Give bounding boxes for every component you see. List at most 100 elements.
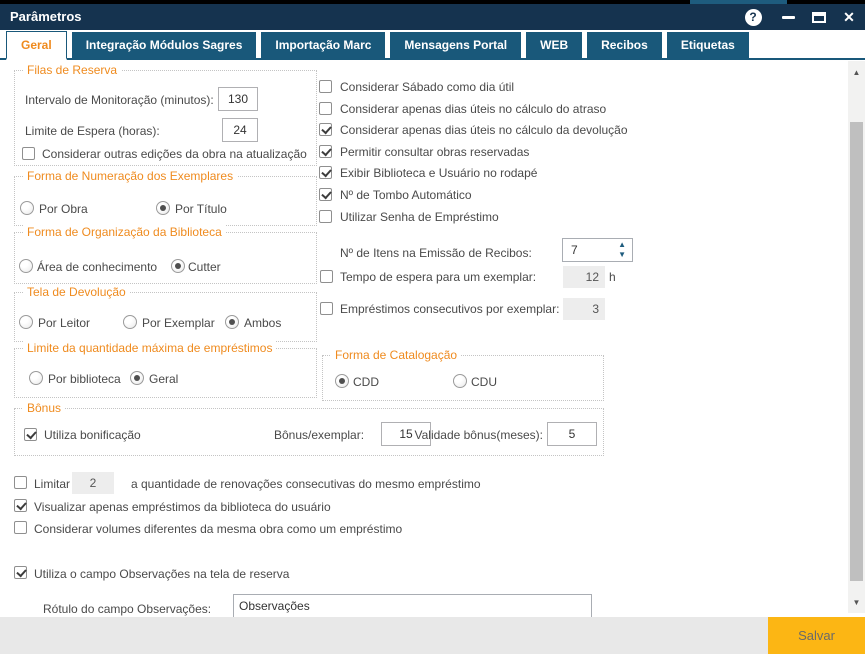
itens-recibos-value: 7 bbox=[571, 243, 578, 257]
radio-ambos-label: Ambos bbox=[244, 316, 281, 330]
radio-geral[interactable] bbox=[130, 371, 144, 385]
window-title: Parâmetros bbox=[10, 9, 82, 24]
utiliza-bonificacao-label: Utiliza bonificação bbox=[44, 428, 141, 442]
outras-edicoes-label: Considerar outras edições da obra na atu… bbox=[42, 147, 307, 161]
visualizar-emprestimos-label: Visualizar apenas empréstimos da bibliot… bbox=[34, 500, 331, 514]
group-organizacao-legend: Forma de Organização da Biblioteca bbox=[23, 225, 226, 239]
limite-espera-input[interactable] bbox=[222, 118, 258, 142]
restore-button[interactable] bbox=[806, 4, 832, 30]
consecutivos-checkbox[interactable] bbox=[320, 302, 333, 315]
group-forma-catalogacao: Forma de Catalogação CDD CDU bbox=[322, 355, 604, 401]
radio-cdu-label: CDU bbox=[471, 375, 497, 389]
tempo-espera-checkbox[interactable] bbox=[320, 270, 333, 283]
radio-por-exemplar[interactable] bbox=[123, 315, 137, 329]
tab-recibos[interactable]: Recibos bbox=[587, 32, 662, 58]
spinner-up-icon[interactable]: ▲ bbox=[618, 240, 626, 250]
exibir-biblioteca-rodape-checkbox[interactable] bbox=[319, 166, 332, 179]
radio-area-conhecimento-label: Área de conhecimento bbox=[37, 260, 157, 274]
consultar-reservadas-label: Permitir consultar obras reservadas bbox=[340, 145, 529, 159]
radio-cdd[interactable] bbox=[335, 374, 349, 388]
radio-por-titulo[interactable] bbox=[156, 201, 170, 215]
radio-cdu[interactable] bbox=[453, 374, 467, 388]
group-devolucao-legend: Tela de Devolução bbox=[23, 285, 130, 299]
tab-importacao-marc[interactable]: Importação Marc bbox=[261, 32, 385, 58]
dias-uteis-atraso-label: Considerar apenas dias úteis no cálculo … bbox=[340, 102, 606, 116]
intervalo-monitoracao-label: Intervalo de Monitoração (minutos): bbox=[25, 93, 214, 107]
limitar-renovacoes-checkbox[interactable] bbox=[14, 476, 27, 489]
consecutivos-label: Empréstimos consecutivos por exemplar: bbox=[340, 302, 559, 316]
tombo-automatico-label: Nº de Tombo Automático bbox=[340, 188, 472, 202]
senha-emprestimo-label: Utilizar Senha de Empréstimo bbox=[340, 210, 499, 224]
volumes-diferentes-label: Considerar volumes diferentes da mesma o… bbox=[34, 522, 402, 536]
group-forma-numeracao: Forma de Numeração dos Exemplares Por Ob… bbox=[14, 176, 317, 226]
radio-por-titulo-label: Por Título bbox=[175, 202, 227, 216]
radio-por-biblioteca[interactable] bbox=[29, 371, 43, 385]
itens-recibos-spinner[interactable]: 7 ▲ ▼ bbox=[562, 238, 633, 262]
rotulo-observacoes-label: Rótulo do campo Observações: bbox=[43, 602, 211, 616]
visualizar-emprestimos-checkbox[interactable] bbox=[14, 499, 27, 512]
scroll-up-icon[interactable]: ▲ bbox=[848, 63, 865, 81]
spinner-down-icon[interactable]: ▼ bbox=[618, 250, 626, 260]
tab-mensagens-portal[interactable]: Mensagens Portal bbox=[390, 32, 521, 58]
tab-etiquetas[interactable]: Etiquetas bbox=[667, 32, 749, 58]
dias-uteis-atraso-checkbox[interactable] bbox=[319, 102, 332, 115]
limitar-renovacoes-suffix: a quantidade de renovações consecutivas … bbox=[131, 477, 481, 491]
exibir-biblioteca-rodape-label: Exibir Biblioteca e Usuário no rodapé bbox=[340, 166, 537, 180]
sabado-dia-util-checkbox[interactable] bbox=[319, 80, 332, 93]
utiliza-observacoes-checkbox[interactable] bbox=[14, 566, 27, 579]
close-icon: ✕ bbox=[843, 9, 855, 26]
group-tela-devolucao: Tela de Devolução Por Leitor Por Exempla… bbox=[14, 292, 317, 342]
rotulo-observacoes-input[interactable] bbox=[233, 594, 592, 618]
radio-por-exemplar-label: Por Exemplar bbox=[142, 316, 215, 330]
radio-area-conhecimento[interactable] bbox=[19, 259, 33, 273]
help-icon: ? bbox=[745, 9, 762, 26]
restore-icon bbox=[812, 12, 826, 23]
minimize-button[interactable] bbox=[775, 4, 801, 30]
group-bonus: Bônus Utiliza bonificação Bônus/exemplar… bbox=[14, 408, 604, 456]
tempo-espera-suffix: h bbox=[609, 270, 616, 284]
scrollbar-thumb[interactable] bbox=[850, 122, 863, 581]
dias-uteis-devolucao-checkbox[interactable] bbox=[319, 123, 332, 136]
minimize-icon bbox=[782, 16, 795, 19]
titlebar: Parâmetros ? ✕ bbox=[0, 4, 865, 30]
volumes-diferentes-checkbox[interactable] bbox=[14, 521, 27, 534]
utiliza-bonificacao-checkbox[interactable] bbox=[24, 428, 37, 441]
tombo-automatico-checkbox[interactable] bbox=[319, 188, 332, 201]
radio-cutter-label: Cutter bbox=[188, 260, 221, 274]
tempo-espera-field: 12 bbox=[563, 266, 605, 288]
radio-por-obra-label: Por Obra bbox=[39, 202, 88, 216]
consultar-reservadas-checkbox[interactable] bbox=[319, 145, 332, 158]
radio-por-leitor-label: Por Leitor bbox=[38, 316, 90, 330]
radio-por-obra[interactable] bbox=[20, 201, 34, 215]
consecutivos-field: 3 bbox=[563, 298, 605, 320]
validade-bonus-input[interactable] bbox=[547, 422, 597, 446]
group-limite-emprestimos-legend: Limite da quantidade máxima de empréstim… bbox=[23, 341, 276, 355]
radio-por-leitor[interactable] bbox=[19, 315, 33, 329]
group-catalogacao-legend: Forma de Catalogação bbox=[331, 348, 461, 362]
itens-recibos-label: Nº de Itens na Emissão de Recibos: bbox=[340, 246, 532, 260]
radio-geral-label: Geral bbox=[149, 372, 178, 386]
save-button[interactable]: Salvar bbox=[768, 617, 865, 654]
vertical-scrollbar[interactable]: ▲ ▼ bbox=[848, 61, 865, 613]
tab-web[interactable]: WEB bbox=[526, 32, 582, 58]
utiliza-observacoes-label: Utiliza o campo Observações na tela de r… bbox=[34, 567, 289, 581]
scroll-down-icon[interactable]: ▼ bbox=[848, 593, 865, 611]
radio-ambos[interactable] bbox=[225, 315, 239, 329]
limitar-renovacoes-field: 2 bbox=[72, 472, 114, 494]
outras-edicoes-checkbox[interactable] bbox=[22, 147, 35, 160]
close-button[interactable]: ✕ bbox=[836, 4, 862, 30]
tab-bar: Geral Integração Módulos Sagres Importaç… bbox=[0, 30, 865, 60]
tab-geral[interactable]: Geral bbox=[6, 31, 67, 60]
dias-uteis-devolucao-label: Considerar apenas dias úteis no cálculo … bbox=[340, 123, 628, 137]
footer-bar: Salvar bbox=[0, 617, 865, 654]
radio-cdd-label: CDD bbox=[353, 375, 379, 389]
senha-emprestimo-checkbox[interactable] bbox=[319, 210, 332, 223]
radio-cutter[interactable] bbox=[171, 259, 185, 273]
validade-bonus-label: Validade bônus(meses): bbox=[413, 428, 543, 442]
help-button[interactable]: ? bbox=[740, 4, 766, 30]
tempo-espera-label: Tempo de espera para um exemplar: bbox=[340, 270, 536, 284]
group-filas-de-reserva: Filas de Reserva Intervalo de Monitoraçã… bbox=[14, 70, 317, 166]
tab-integracao-modulos-sagres[interactable]: Integração Módulos Sagres bbox=[72, 32, 257, 58]
limite-espera-label: Limite de Espera (horas): bbox=[25, 124, 160, 138]
intervalo-monitoracao-input[interactable] bbox=[218, 87, 258, 111]
